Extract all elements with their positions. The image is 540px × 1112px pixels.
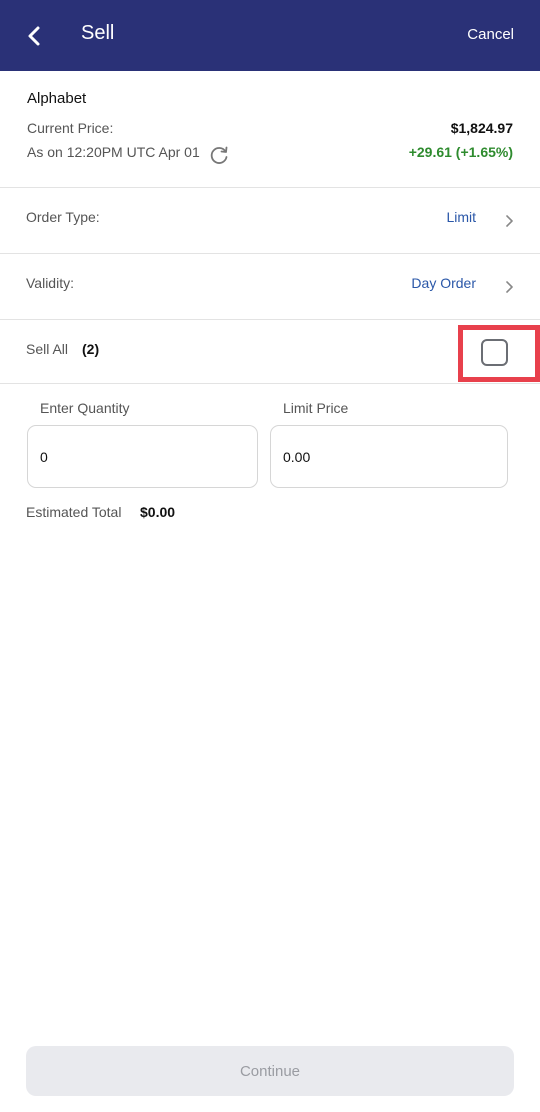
price-change: +29.61 (+1.65%) (408, 144, 513, 160)
validity-row[interactable]: Validity: Day Order (0, 254, 540, 320)
current-price: $1,824.97 (450, 120, 513, 136)
back-button[interactable] (18, 20, 50, 52)
sell-all-label: Sell All (26, 341, 69, 357)
refresh-icon (210, 146, 228, 164)
order-type-value: Limit (446, 209, 476, 225)
refresh-button[interactable] (208, 144, 230, 166)
continue-button[interactable]: Continue (26, 1046, 514, 1096)
chevron-right-icon (506, 281, 513, 293)
order-type-label: Order Type: (26, 209, 100, 225)
limit-price-field[interactable] (270, 425, 508, 488)
cancel-button[interactable]: Cancel (467, 26, 514, 43)
sell-all-checkbox[interactable] (481, 339, 508, 366)
current-price-label: Current Price: (27, 120, 114, 136)
chevron-right-icon (506, 215, 513, 227)
chevron-left-icon (28, 26, 40, 46)
stock-name: Alphabet (27, 90, 87, 107)
validity-label: Validity: (26, 275, 74, 291)
validity-value: Day Order (411, 275, 476, 291)
order-type-row[interactable]: Order Type: Limit (0, 188, 540, 254)
limit-price-input[interactable] (271, 426, 507, 487)
app-header: Sell Cancel (0, 0, 540, 71)
estimated-total-value: $0.00 (140, 504, 176, 520)
limit-price-label: Limit Price (283, 400, 349, 416)
quantity-label: Enter Quantity (40, 400, 130, 416)
price-timestamp: As on 12:20PM UTC Apr 01 (27, 144, 200, 160)
page-title: Sell (81, 22, 115, 44)
quantity-input[interactable] (28, 426, 257, 487)
quantity-field[interactable] (27, 425, 258, 488)
estimated-total-label: Estimated Total (26, 504, 122, 520)
holding-count: (2) (82, 341, 100, 357)
stock-summary: Alphabet Current Price: As on 12:20PM UT… (0, 71, 540, 188)
